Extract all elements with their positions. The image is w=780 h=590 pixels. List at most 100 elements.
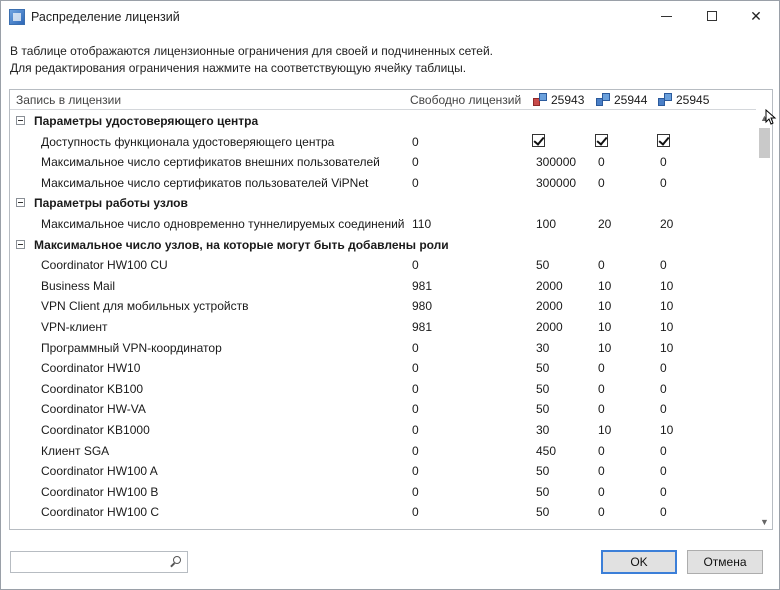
table-row[interactable]: Coordinator KB1000 0 30 10 10 [10,420,756,441]
net2-cell[interactable]: 10 [598,299,611,313]
net1-cell[interactable]: 50 [536,382,549,396]
table-row[interactable]: Максимальное число сертификатов внешних … [10,152,756,173]
net1-cell[interactable]: 50 [536,361,549,375]
net3-cell[interactable]: 10 [660,320,673,334]
net2-cell[interactable]: 0 [598,361,605,375]
grid-header: Запись в лицензии Свободно лицензий 2594… [10,90,756,110]
net3-cell[interactable]: 0 [660,505,667,519]
net1-cell[interactable]: 2000 [536,299,563,313]
net2-cell[interactable]: 0 [598,382,605,396]
net2-cell[interactable]: 0 [598,176,605,190]
net1-cell[interactable]: 300000 [536,155,576,169]
net1-cell-checkbox[interactable] [532,133,545,147]
table-row[interactable]: Программный VPN-координатор 0 30 10 10 [10,338,756,359]
net1-cell[interactable]: 50 [536,402,549,416]
table-row[interactable]: Доступность функционала удостоверяющего … [10,132,756,153]
column-header-net3[interactable]: 25945 [658,90,709,110]
net1-cell[interactable]: 300000 [536,176,576,190]
net2-cell[interactable]: 10 [598,423,611,437]
table-row[interactable]: Coordinator HW10 0 50 0 0 [10,358,756,379]
net2-cell[interactable]: 0 [598,258,605,272]
title-bar: Распределение лицензий ✕ [1,1,779,33]
net2-cell[interactable]: 10 [598,279,611,293]
net2-cell[interactable]: 0 [598,464,605,478]
search-input[interactable] [15,553,165,571]
group-row[interactable]: Параметры удостоверяющего центра [10,111,756,132]
net1-cell[interactable]: 30 [536,423,549,437]
search-icon[interactable] [169,555,183,569]
search-field[interactable] [10,551,188,573]
net2-cell-checkbox[interactable] [595,133,608,147]
net3-cell[interactable]: 10 [660,341,673,355]
net3-cell[interactable]: 10 [660,423,673,437]
table-row[interactable]: Максимальное число одновременно туннелир… [10,214,756,235]
table-row[interactable]: Coordinator HW100 C 0 50 0 0 [10,502,756,523]
net3-cell[interactable]: 10 [660,279,673,293]
table-row[interactable]: Клиент SGA 0 450 0 0 [10,441,756,462]
net1-cell[interactable]: 100 [536,217,556,231]
net2-cell[interactable]: 0 [598,505,605,519]
group-label: Параметры удостоверяющего центра [34,114,259,128]
net3-cell[interactable]: 0 [660,258,667,272]
free-licenses-cell: 981 [412,278,433,293]
scroll-down-icon[interactable]: ▼ [756,514,772,529]
column-header-net1[interactable]: 25943 [533,90,584,110]
collapse-icon[interactable] [16,198,25,208]
net2-cell[interactable]: 0 [598,444,605,458]
net1-cell[interactable]: 2000 [536,320,563,334]
net3-cell[interactable]: 0 [660,464,667,478]
description-line-2: Для редактирования ограничения нажмите н… [10,61,467,75]
table-row[interactable]: Coordinator HW100 A 0 50 0 0 [10,461,756,482]
table-row[interactable]: Coordinator HW-VA 0 50 0 0 [10,399,756,420]
net1-cell[interactable]: 450 [536,444,556,458]
cancel-button[interactable]: Отмена [687,550,763,574]
table-row[interactable]: Максимальное число сертификатов пользова… [10,173,756,194]
net1-cell[interactable]: 50 [536,258,549,272]
row-label: Программный VPN-координатор [41,340,222,355]
net3-cell[interactable]: 20 [660,217,673,231]
ok-button[interactable]: OK [601,550,677,574]
net2-cell[interactable]: 0 [598,155,605,169]
minimize-button[interactable] [643,1,689,31]
column-header-net2[interactable]: 25944 [596,90,647,110]
net3-cell[interactable]: 0 [660,382,667,396]
table-row[interactable]: Business Mail 981 2000 10 10 [10,276,756,297]
net1-cell[interactable]: 2000 [536,279,563,293]
net2-cell[interactable]: 20 [598,217,611,231]
table-row[interactable]: VPN Client для мобильных устройств 980 200… [10,296,756,317]
net1-cell[interactable]: 30 [536,341,549,355]
net3-cell[interactable]: 0 [660,176,667,190]
net3-cell[interactable]: 0 [660,402,667,416]
group-row[interactable]: Параметры работы узлов [10,193,756,214]
net1-cell[interactable]: 50 [536,485,549,499]
net2-cell[interactable]: 0 [598,485,605,499]
table-row[interactable]: Coordinator HW100 CU 0 50 0 0 [10,255,756,276]
net3-cell[interactable]: 0 [660,444,667,458]
scroll-thumb[interactable] [759,128,770,158]
table-row[interactable]: Coordinator HW100 B 0 50 0 0 [10,482,756,503]
vertical-scrollbar[interactable]: ▲ ▼ [756,110,772,529]
net2-cell[interactable]: 10 [598,341,611,355]
net3-cell[interactable]: 0 [660,155,667,169]
net1-cell[interactable]: 50 [536,505,549,519]
close-button[interactable]: ✕ [733,1,779,31]
net3-cell[interactable]: 10 [660,299,673,313]
description-line-1: В таблице отображаются лицензионные огра… [10,44,494,58]
net2-cell[interactable]: 10 [598,320,611,334]
free-licenses-cell: 0 [412,155,419,170]
free-licenses-cell: 0 [412,340,419,355]
column-header-record[interactable]: Запись в лицензии [16,93,121,107]
collapse-icon[interactable] [16,239,25,249]
maximize-button[interactable] [689,1,735,31]
group-row[interactable]: Максимальное число узлов, на которые мог… [10,235,756,256]
free-licenses-cell: 980 [412,299,433,314]
net1-cell[interactable]: 50 [536,464,549,478]
net3-cell[interactable]: 0 [660,361,667,375]
column-header-free[interactable]: Свободно лицензий [410,93,521,107]
table-row[interactable]: VPN-клиент 981 2000 10 10 [10,317,756,338]
net3-cell[interactable]: 0 [660,485,667,499]
net2-cell[interactable]: 0 [598,402,605,416]
net3-cell-checkbox[interactable] [657,133,670,147]
collapse-icon[interactable] [16,116,25,125]
table-row[interactable]: Coordinator KB100 0 50 0 0 [10,379,756,400]
